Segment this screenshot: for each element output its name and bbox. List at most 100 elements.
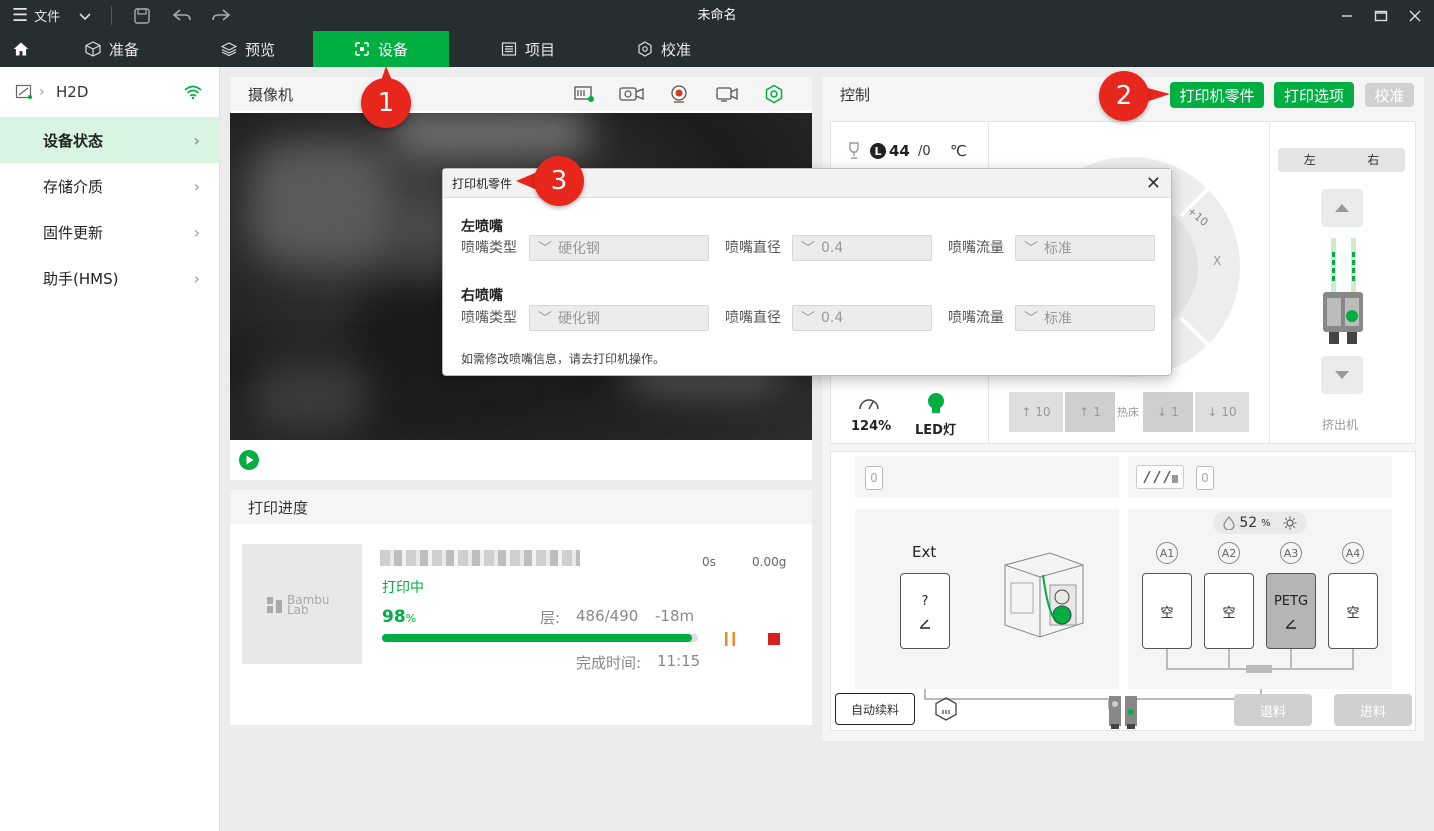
list-icon	[501, 42, 517, 56]
toggle-right[interactable]: 右	[1342, 148, 1406, 172]
left-nozzle-diameter-select[interactable]: ﹀ 0.4	[792, 235, 932, 261]
unload-button[interactable]: 退料	[1234, 694, 1312, 726]
tab-device-label: 设备	[377, 40, 408, 59]
chevron-right-icon: ›	[193, 222, 200, 242]
tab-device[interactable]: 设备	[313, 31, 449, 67]
load-button[interactable]: 进料	[1334, 694, 1412, 726]
ams-slot-a3[interactable]: PETG	[1266, 573, 1316, 649]
bed-up-1-button[interactable]: ↑ 1	[1065, 392, 1115, 432]
triangle-up-icon	[1335, 204, 1349, 212]
calibrate-button[interactable]: 校准	[1365, 83, 1414, 107]
ams-tab-right[interactable]: 0	[1128, 456, 1392, 498]
file-name-redacted	[380, 550, 580, 566]
printer-illustration	[1004, 552, 1084, 638]
ams-settings-icon[interactable]	[933, 696, 959, 722]
sun-icon	[1283, 516, 1297, 530]
bed-up-10-button[interactable]: ↑ 10	[1009, 392, 1063, 432]
record-video-icon[interactable]	[714, 84, 740, 104]
left-nozzle-flow-select[interactable]: ﹀ 标准	[1015, 235, 1155, 261]
bed-down-10-button[interactable]: ↓ 10	[1195, 392, 1249, 432]
ams-slot-a1[interactable]: 空	[1142, 573, 1192, 649]
extrude-down-button[interactable]	[1321, 356, 1363, 394]
external-spool-panel: Ext ?	[855, 509, 1119, 689]
extruder-toggle[interactable]: 左 右	[1278, 148, 1405, 172]
redo-icon[interactable]	[211, 0, 231, 31]
minimize-icon[interactable]	[1340, 0, 1354, 31]
sidebar-item-storage[interactable]: 存储介质 ›	[0, 163, 220, 209]
progress-title: 打印进度	[248, 498, 309, 517]
nozzle-temp[interactable]: 44	[889, 142, 910, 160]
chevron-right-icon: ›	[39, 84, 45, 100]
camera-title: 摄像机	[248, 85, 294, 104]
speed-icon[interactable]	[858, 395, 880, 411]
progress-bar	[382, 634, 698, 642]
tab-calibration[interactable]: 校准	[624, 31, 704, 67]
sd-card-icon[interactable]	[572, 84, 596, 104]
sidebar-item-firmware[interactable]: 固件更新 ›	[0, 209, 220, 255]
sidebar-item-device-status[interactable]: 设备状态 ›	[0, 117, 220, 163]
ams-slot-a4[interactable]: 空	[1328, 573, 1378, 649]
home-icon	[13, 42, 29, 56]
device-name: H2D	[56, 83, 89, 101]
sidebar-item-hms[interactable]: 助手(HMS) ›	[0, 255, 220, 301]
print-options-button[interactable]: 打印选项	[1274, 82, 1354, 108]
device-selector[interactable]: › H2D	[0, 75, 220, 109]
file-menu[interactable]: ☰ 文件	[12, 0, 60, 31]
sidebar-item-label: 助手(HMS)	[43, 269, 119, 288]
file-menu-label: 文件	[34, 10, 61, 25]
maximize-icon[interactable]	[1374, 0, 1388, 31]
extrude-up-button[interactable]	[1321, 189, 1363, 227]
tab-project[interactable]: 项目	[488, 31, 568, 67]
chevron-down-icon: ﹀	[801, 241, 815, 257]
printer-icon	[15, 84, 32, 99]
undo-icon[interactable]	[172, 0, 192, 31]
cube-icon	[85, 41, 101, 57]
arrow-down-icon: ↓	[1157, 405, 1168, 419]
right-nozzle-flow-select[interactable]: ﹀ 标准	[1015, 305, 1155, 331]
timelapse-icon[interactable]	[618, 84, 646, 104]
arrow-down-icon: ↓	[1207, 405, 1218, 419]
control-title: 控制	[840, 85, 871, 104]
ams-slot-a2[interactable]: 空	[1204, 573, 1254, 649]
extruder-label: 挤出机	[1322, 418, 1359, 432]
play-icon	[239, 450, 259, 470]
close-icon[interactable]: ✕	[1146, 173, 1161, 194]
sidebar-item-label: 存储介质	[43, 177, 104, 196]
dialog-title: 打印机零件	[452, 176, 513, 191]
temp-unit: ℃	[950, 142, 967, 160]
close-icon[interactable]	[1408, 0, 1422, 31]
chevron-down-icon[interactable]	[78, 0, 92, 31]
printer-parts-button[interactable]: 打印机零件	[1170, 82, 1264, 108]
left-nozzle-type-select[interactable]: ﹀ 硬化钢	[529, 235, 709, 261]
webcam-icon[interactable]	[668, 84, 690, 104]
toggle-left[interactable]: 左	[1278, 148, 1342, 172]
save-icon[interactable]	[133, 0, 151, 31]
tab-preview[interactable]: 预览	[208, 31, 288, 67]
title-bar: ☰ 文件 未命名	[0, 0, 1434, 31]
led-label: LED灯	[915, 423, 956, 438]
humidity-indicator[interactable]: 52%	[1213, 512, 1307, 534]
stop-button[interactable]	[764, 630, 784, 648]
tab-prepare[interactable]: 准备	[72, 31, 152, 67]
pause-button[interactable]	[720, 630, 740, 648]
ams-unit-icon	[1136, 465, 1184, 489]
print-time: 0s	[702, 555, 716, 569]
slot-id-a2: A2	[1218, 542, 1240, 564]
bed-down-1-button[interactable]: ↓ 1	[1143, 392, 1193, 432]
ams-tab-left[interactable]: 0	[855, 456, 1119, 498]
right-nozzle-type-select[interactable]: ﹀ 硬化钢	[529, 305, 709, 331]
chevron-down-icon: ﹀	[1024, 241, 1038, 257]
dialog-note: 如需修改喷嘴信息，请去打印机操作。	[461, 352, 666, 366]
camera-settings-icon[interactable]	[763, 84, 785, 104]
ext-slot[interactable]: ?	[900, 573, 950, 649]
auto-refill-button[interactable]: 自动续料	[835, 693, 915, 725]
left-nozzle-badge: L	[870, 143, 886, 159]
right-flow-label: 喷嘴流量	[948, 310, 1004, 326]
led-bulb-icon[interactable]	[926, 392, 946, 416]
slot-id-a3: A3	[1280, 542, 1302, 564]
hamburger-icon: ☰	[12, 5, 29, 26]
right-nozzle-diameter-select[interactable]: ﹀ 0.4	[792, 305, 932, 331]
home-button[interactable]	[0, 31, 42, 67]
play-button[interactable]	[238, 449, 260, 471]
nozzle-target-temp[interactable]: /0	[918, 144, 931, 159]
